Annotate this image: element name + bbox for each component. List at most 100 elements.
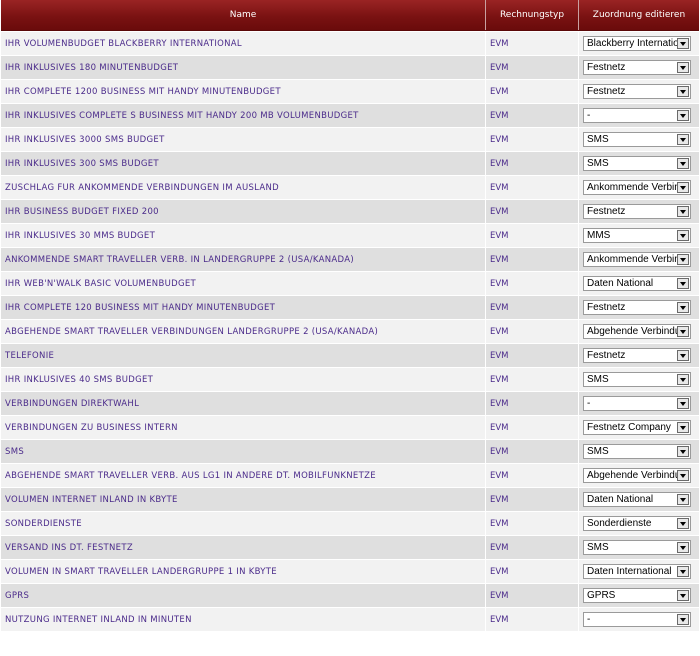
chevron-down-icon[interactable] [677, 302, 689, 313]
assign-select[interactable]: Daten International [583, 564, 691, 579]
assign-select[interactable]: Festnetz [583, 204, 691, 219]
assign-select[interactable]: GPRS [583, 588, 691, 603]
row-name: IHR INKLUSIVES 30 MMS BUDGET [1, 224, 486, 247]
chevron-down-icon[interactable] [677, 134, 689, 145]
chevron-down-icon[interactable] [677, 254, 689, 265]
assign-select-value: Festnetz [587, 86, 626, 97]
assign-select[interactable]: Blackberry International [583, 36, 691, 51]
assign-select-value: Daten International [587, 566, 672, 577]
assign-select-value: Ankommende Verbindungen [587, 254, 679, 265]
row-type: EVM [486, 200, 579, 223]
column-header-type[interactable]: Rechnungstyp [486, 0, 579, 30]
row-assign-cell: Blackberry International [579, 32, 699, 55]
chevron-down-icon[interactable] [677, 494, 689, 505]
assign-select[interactable]: SMS [583, 156, 691, 171]
chevron-down-icon[interactable] [677, 518, 689, 529]
row-name: IHR INKLUSIVES 3000 SMS BUDGET [1, 128, 486, 151]
row-name: NUTZUNG INTERNET INLAND IN MINUTEN [1, 608, 486, 631]
table-row: ZUSCHLAG FUR ANKOMMENDE VERBINDUNGEN IM … [1, 175, 699, 199]
row-name: VERBINDUNGEN DIREKTWAHL [1, 392, 486, 415]
row-name: IHR BUSINESS BUDGET FIXED 200 [1, 200, 486, 223]
chevron-down-icon[interactable] [677, 470, 689, 481]
row-type: EVM [486, 416, 579, 439]
table-row: VERBINDUNGEN ZU BUSINESS INTERN EVM Festne… [1, 415, 699, 439]
chevron-down-icon[interactable] [677, 614, 689, 625]
chevron-down-icon[interactable] [677, 230, 689, 241]
chevron-down-icon[interactable] [677, 86, 689, 97]
assign-select-value: Ankommende Verbindungen [587, 182, 679, 193]
assign-select[interactable]: Festnetz [583, 348, 691, 363]
row-assign-cell: Ankommende Verbindungen [579, 248, 699, 271]
assign-select-value: - [587, 110, 591, 121]
row-name: IHR VOLUMENBUDGET BLACKBERRY INTERNATION… [1, 32, 486, 55]
row-assign-cell: Festnetz [579, 56, 699, 79]
assign-select[interactable]: Festnetz Company [583, 420, 691, 435]
assign-select-value: Festnetz [587, 350, 626, 361]
assign-select[interactable]: Festnetz [583, 300, 691, 315]
row-type: EVM [486, 488, 579, 511]
chevron-down-icon[interactable] [677, 110, 689, 121]
assign-select[interactable]: Abgehende Verbindungen [583, 468, 691, 483]
chevron-down-icon[interactable] [677, 62, 689, 73]
table-body: IHR VOLUMENBUDGET BLACKBERRY INTERNATION… [1, 31, 699, 631]
chevron-down-icon[interactable] [677, 278, 689, 289]
row-type: EVM [486, 560, 579, 583]
table-row: IHR INKLUSIVES 40 SMS BUDGET EVM SMS [1, 367, 699, 391]
row-name: VOLUMEN IN SMART TRAVELLER LANDERGRUPPE … [1, 560, 486, 583]
assign-select-value: Festnetz [587, 62, 626, 73]
row-type: EVM [486, 176, 579, 199]
assign-select-value: SMS [587, 134, 609, 145]
row-type: EVM [486, 104, 579, 127]
chevron-down-icon[interactable] [677, 422, 689, 433]
row-assign-cell: Festnetz [579, 80, 699, 103]
assign-select-value: SMS [587, 446, 609, 457]
assign-select[interactable]: SMS [583, 132, 691, 147]
assign-select[interactable]: Ankommende Verbindungen [583, 252, 691, 267]
table-row: IHR INKLUSIVES 180 MINUTENBUDGET EVM Festn… [1, 55, 699, 79]
row-name: ANKOMMENDE SMART TRAVELLER VERB. IN LAND… [1, 248, 486, 271]
chevron-down-icon[interactable] [677, 398, 689, 409]
assign-select[interactable]: Daten National [583, 276, 691, 291]
chevron-down-icon[interactable] [677, 206, 689, 217]
chevron-down-icon[interactable] [677, 158, 689, 169]
chevron-down-icon[interactable] [677, 38, 689, 49]
assign-select[interactable]: MMS [583, 228, 691, 243]
table-row: NUTZUNG INTERNET INLAND IN MINUTEN EVM - [1, 607, 699, 631]
assign-select[interactable]: Daten National [583, 492, 691, 507]
row-name: IHR COMPLETE 1200 BUSINESS MIT HANDY MIN… [1, 80, 486, 103]
chevron-down-icon[interactable] [677, 542, 689, 553]
chevron-down-icon[interactable] [677, 326, 689, 337]
column-header-assign[interactable]: Zuordnung editieren [579, 0, 699, 30]
row-name: VERBINDUNGEN ZU BUSINESS INTERN [1, 416, 486, 439]
chevron-down-icon[interactable] [677, 350, 689, 361]
assign-select[interactable]: - [583, 396, 691, 411]
column-header-name[interactable]: Name [1, 0, 486, 30]
table-row: ABGEHENDE SMART TRAVELLER VERBINDUNGEN L… [1, 319, 699, 343]
table-row: SONDERDIENSTE EVM Sonderdienste [1, 511, 699, 535]
table-row: IHR INKLUSIVES 3000 SMS BUDGET EVM SMS [1, 127, 699, 151]
assign-select[interactable]: - [583, 108, 691, 123]
table-row: ANKOMMENDE SMART TRAVELLER VERB. IN LAND… [1, 247, 699, 271]
chevron-down-icon[interactable] [677, 182, 689, 193]
assign-select[interactable]: Festnetz [583, 84, 691, 99]
assign-select[interactable]: SMS [583, 540, 691, 555]
assign-select-value: - [587, 398, 591, 409]
assign-select[interactable]: SMS [583, 372, 691, 387]
assign-select[interactable]: Ankommende Verbindungen [583, 180, 691, 195]
assign-select[interactable]: Sonderdienste [583, 516, 691, 531]
row-assign-cell: SMS [579, 152, 699, 175]
chevron-down-icon[interactable] [677, 374, 689, 385]
chevron-down-icon[interactable] [677, 446, 689, 457]
assign-select[interactable]: SMS [583, 444, 691, 459]
assign-select[interactable]: - [583, 612, 691, 627]
row-type: EVM [486, 128, 579, 151]
chevron-down-icon[interactable] [677, 590, 689, 601]
row-assign-cell: Daten National [579, 272, 699, 295]
assign-select[interactable]: Festnetz [583, 60, 691, 75]
row-assign-cell: SMS [579, 536, 699, 559]
assign-select[interactable]: Abgehende Verbindungen [583, 324, 691, 339]
table-row: IHR INKLUSIVES 30 MMS BUDGET EVM MMS [1, 223, 699, 247]
row-assign-cell: Ankommende Verbindungen [579, 176, 699, 199]
chevron-down-icon[interactable] [677, 566, 689, 577]
row-name: IHR COMPLETE 120 BUSINESS MIT HANDY MINU… [1, 296, 486, 319]
